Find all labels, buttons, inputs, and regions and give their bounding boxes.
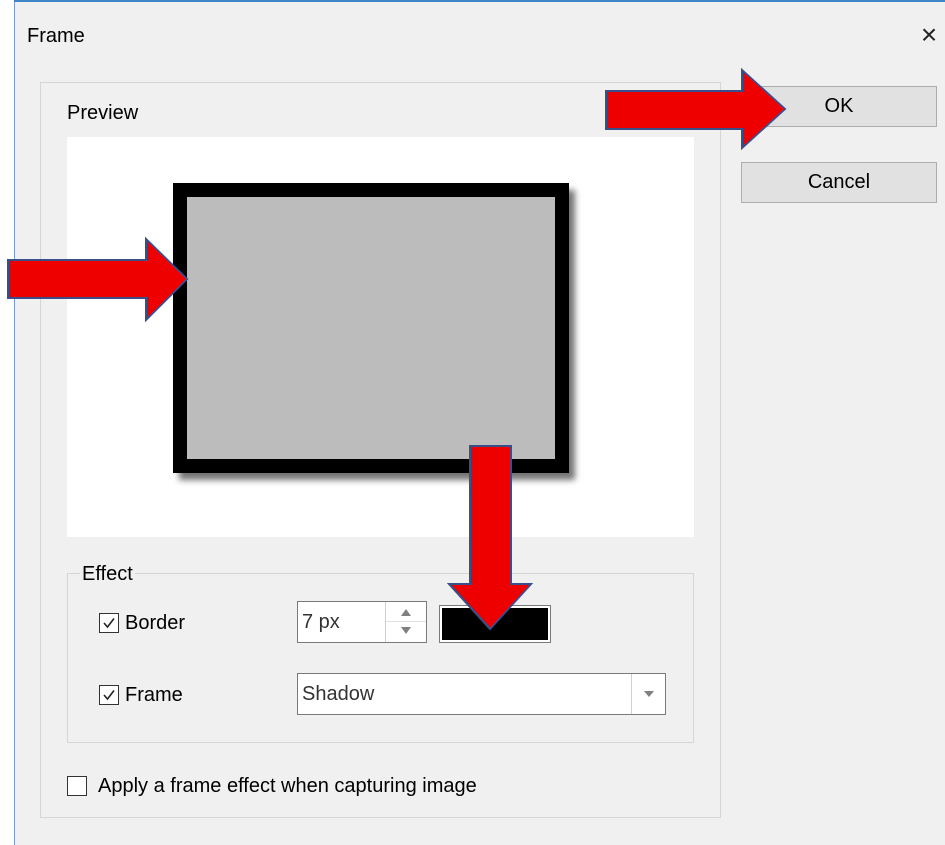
annotation-overlay (7, 67, 787, 631)
arrow-to-ok-icon (605, 67, 787, 151)
arrow-to-color-icon (446, 445, 534, 631)
arrow-to-frame-icon (7, 236, 189, 323)
